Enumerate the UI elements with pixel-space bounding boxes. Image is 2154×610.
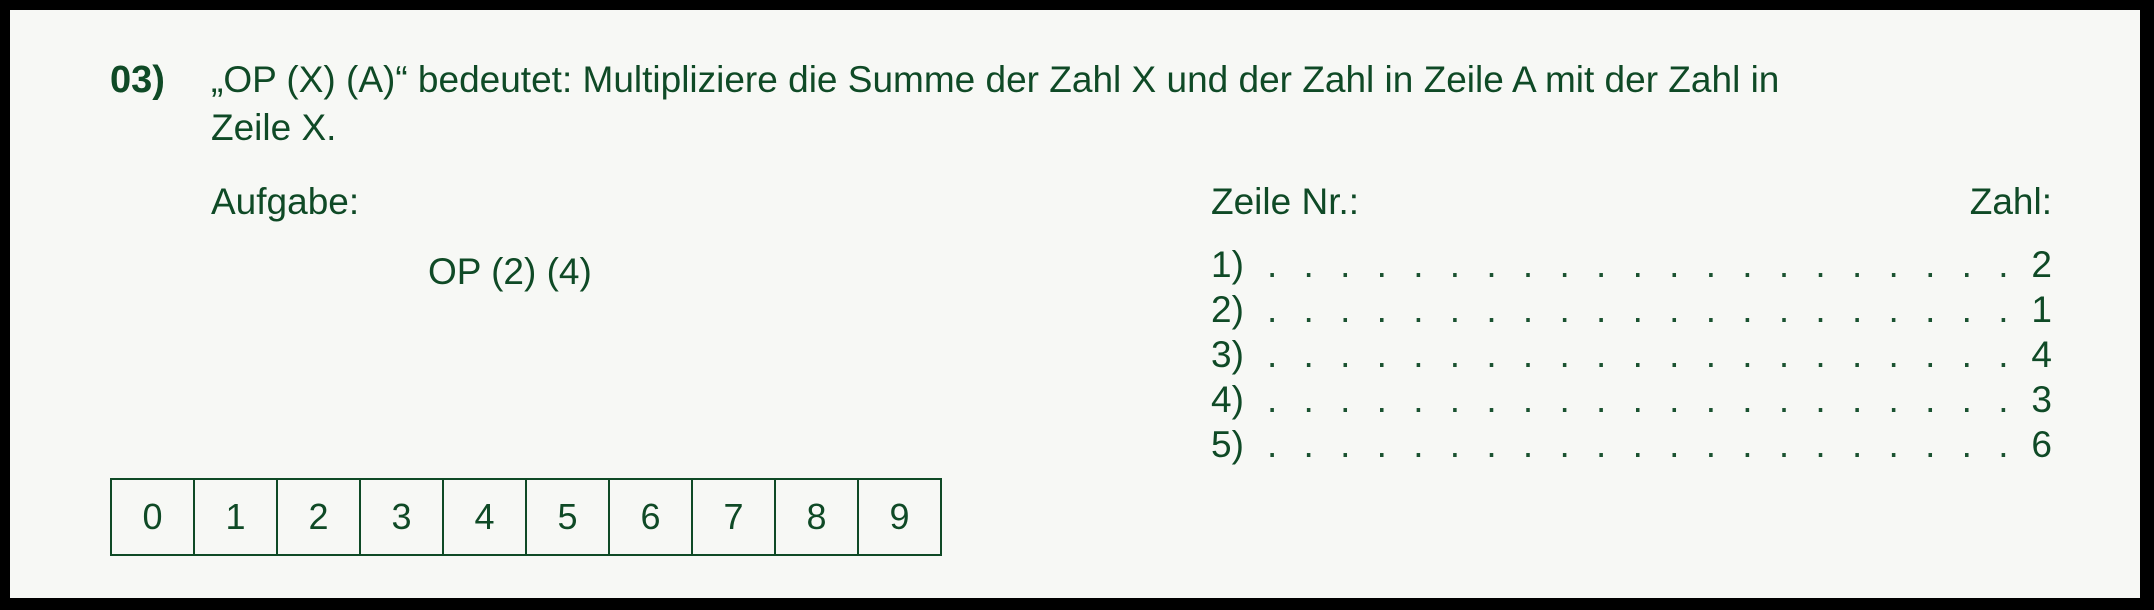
question-text: „OP (X) (A)“ bedeutet: Multipliziere die… — [211, 59, 1780, 148]
answer-digit-1[interactable]: 1 — [195, 480, 278, 554]
value-header: Zahl: — [1969, 181, 2052, 222]
table-row: 4) . . . . . . . . . . . . . . . . . . .… — [1211, 377, 2052, 422]
answer-digit-4[interactable]: 4 — [444, 480, 527, 554]
answer-digit-7[interactable]: 7 — [693, 480, 776, 554]
answer-digit-6[interactable]: 6 — [610, 480, 693, 554]
answer-digit-2[interactable]: 2 — [278, 480, 361, 554]
answer-digit-9[interactable]: 9 — [859, 480, 942, 554]
row-label: 2) — [1211, 289, 1244, 330]
dot-leader: . . . . . . . . . . . . . . . . . . . . … — [1267, 334, 2010, 375]
row-value: 3 — [2031, 379, 2052, 420]
row-label: 1) — [1211, 244, 1244, 285]
row-label: 4) — [1211, 379, 1244, 420]
row-value: 2 — [2031, 244, 2052, 285]
row-value: 1 — [2031, 289, 2052, 330]
number-table: 1) . . . . . . . . . . . . . . . . . . .… — [1211, 242, 2052, 467]
task-label: Aufgabe: — [211, 181, 360, 222]
table-row: 3) . . . . . . . . . . . . . . . . . . .… — [1211, 332, 2052, 377]
answer-digit-3[interactable]: 3 — [361, 480, 444, 554]
answer-digit-8[interactable]: 8 — [776, 480, 859, 554]
task-expression: OP (2) (4) — [428, 251, 592, 292]
table-row: 5) . . . . . . . . . . . . . . . . . . .… — [1211, 422, 2052, 467]
row-number-header: Zeile Nr.: — [1211, 181, 1360, 222]
table-row: 1) . . . . . . . . . . . . . . . . . . .… — [1211, 242, 2052, 287]
dot-leader: . . . . . . . . . . . . . . . . . . . . … — [1267, 379, 2010, 420]
dot-leader: . . . . . . . . . . . . . . . . . . . . … — [1267, 289, 2010, 330]
row-value: 4 — [2031, 334, 2052, 375]
question-sheet: 03) „OP (X) (A)“ bedeutet: Multipliziere… — [10, 10, 2140, 598]
dot-leader: . . . . . . . . . . . . . . . . . . . . … — [1267, 424, 2010, 465]
table-row: 2) . . . . . . . . . . . . . . . . . . .… — [1211, 287, 2052, 332]
answer-digit-grid: 0 1 2 3 4 5 6 7 8 9 — [110, 478, 942, 556]
row-label: 3) — [1211, 334, 1244, 375]
row-value: 6 — [2031, 424, 2052, 465]
question-number: 03) — [110, 59, 165, 101]
row-label: 5) — [1211, 424, 1244, 465]
answer-digit-0[interactable]: 0 — [112, 480, 195, 554]
dot-leader: . . . . . . . . . . . . . . . . . . . . … — [1267, 244, 2010, 285]
answer-digit-5[interactable]: 5 — [527, 480, 610, 554]
